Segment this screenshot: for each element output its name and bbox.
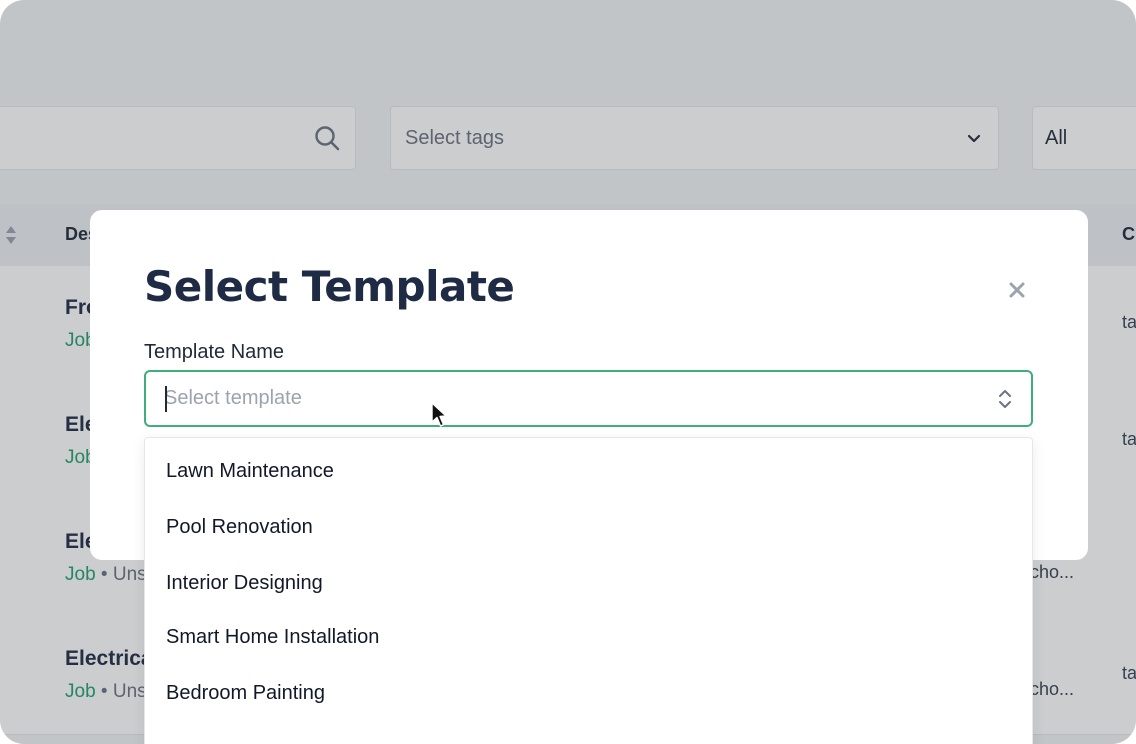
template-name-label: Template Name <box>144 341 285 363</box>
modal-title: Select Template <box>144 262 515 311</box>
template-option-interior-designing[interactable]: Interior Designing <box>166 572 323 595</box>
template-select[interactable] <box>144 370 1033 427</box>
template-option-pool-renovation[interactable]: Pool Renovation <box>166 516 313 539</box>
template-select-input[interactable] <box>164 372 964 425</box>
text-caret <box>165 386 167 412</box>
template-option-lawn-maintenance[interactable]: Lawn Maintenance <box>166 460 334 483</box>
template-dropdown: Lawn Maintenance Pool Renovation Interio… <box>144 437 1033 744</box>
close-button[interactable] <box>1003 276 1031 304</box>
app-frame: Select tags All Des Cu Fro Job ta Ele Jo… <box>0 0 1136 744</box>
close-icon[interactable] <box>1009 282 1025 298</box>
template-option-smart-home-installation[interactable]: Smart Home Installation <box>166 626 379 649</box>
mouse-cursor-icon <box>431 402 447 427</box>
chevron-up-down-icon[interactable] <box>997 388 1013 410</box>
template-option-bedroom-painting[interactable]: Bedroom Painting <box>166 682 325 705</box>
